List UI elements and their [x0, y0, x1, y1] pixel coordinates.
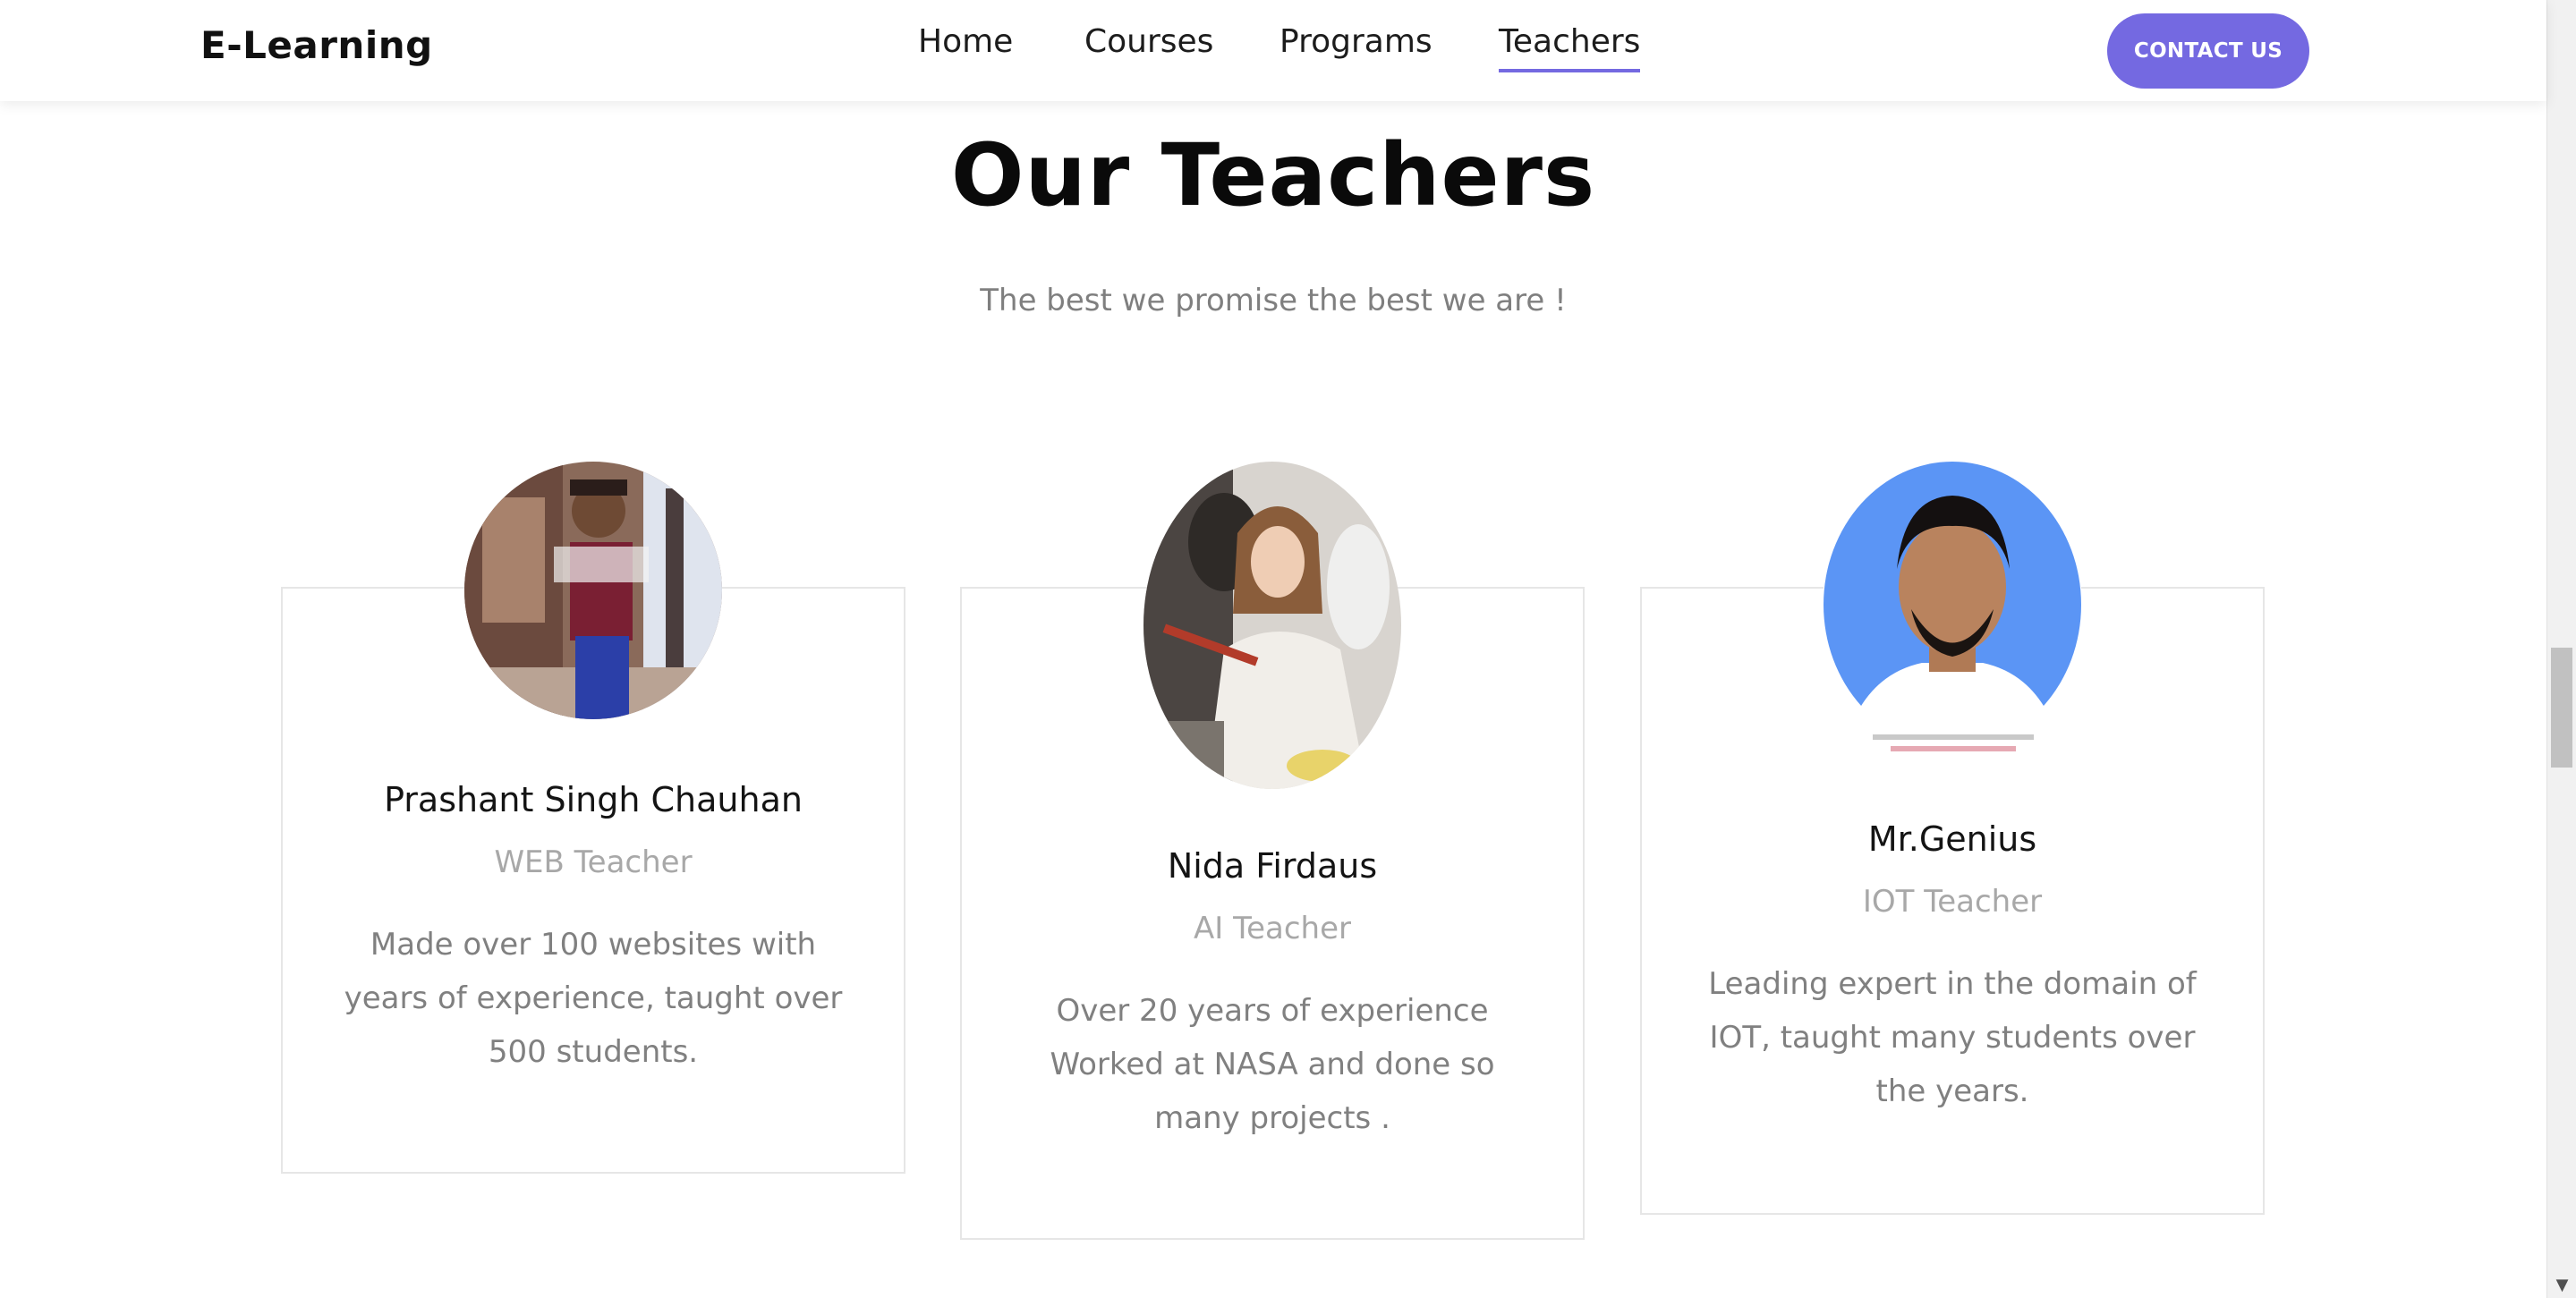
section-title: Our Teachers	[950, 125, 1596, 225]
teacher-description: Leading expert in the domain of IOT, tau…	[1708, 966, 2197, 1109]
nav-programs[interactable]: Programs	[1279, 23, 1433, 69]
contact-us-button[interactable]: CONTACT US	[2107, 13, 2309, 89]
nav-teachers[interactable]: Teachers	[1499, 23, 1641, 72]
teacher-role: AI Teacher	[1194, 911, 1351, 946]
section-subtitle: The best we promise the best we are !	[980, 283, 1567, 318]
teacher-name: Prashant Singh Chauhan	[384, 780, 803, 819]
nav-courses[interactable]: Courses	[1084, 23, 1213, 69]
teacher-description: Over 20 years of experience Worked at NA…	[1050, 993, 1495, 1136]
teacher-photo	[1143, 462, 1401, 789]
teacher-role: WEB Teacher	[494, 844, 693, 880]
page-scrollbar[interactable]: ▼	[2546, 0, 2576, 1298]
teacher-name: Mr.Genius	[1867, 819, 2037, 859]
nav-home[interactable]: Home	[918, 23, 1013, 69]
site-header: E-Learning Home Courses Programs Teacher…	[0, 0, 2546, 101]
teacher-photo	[464, 462, 722, 719]
teacher-description: Made over 100 websites with years of exp…	[344, 927, 843, 1070]
scroll-down-arrow-icon[interactable]: ▼	[2547, 1276, 2576, 1294]
teacher-role: IOT Teacher	[1862, 884, 2043, 920]
teacher-name: Nida Firdaus	[1167, 846, 1378, 886]
teacher-photo	[1824, 462, 2081, 757]
scrollbar-thumb[interactable]	[2551, 648, 2572, 768]
